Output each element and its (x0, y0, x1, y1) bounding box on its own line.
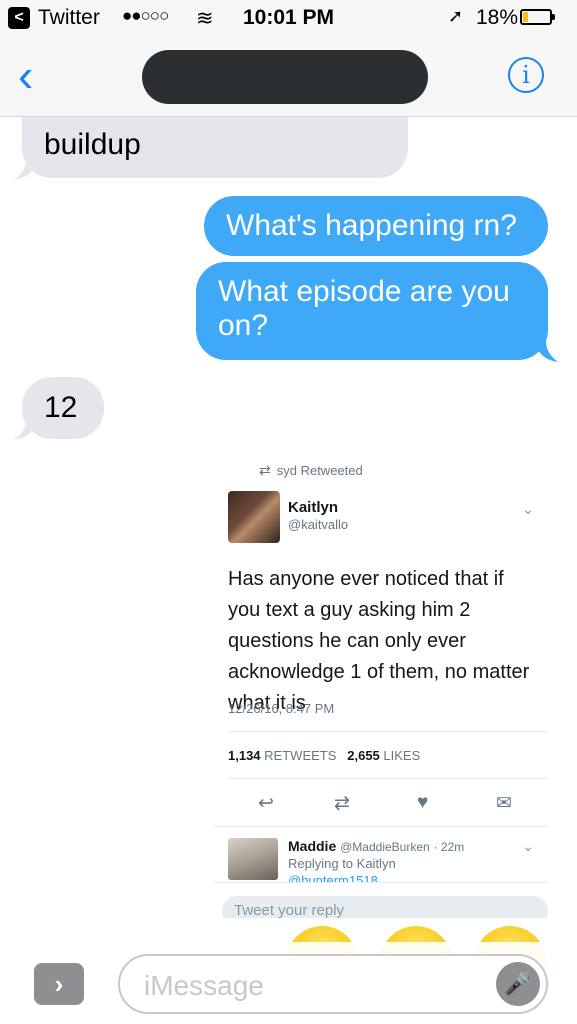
tweet-text: Has anyone ever noticed that if you text… (228, 568, 530, 714)
divider (214, 882, 548, 883)
bubble-tail (14, 418, 36, 440)
expand-apps-button[interactable]: › (34, 963, 84, 1005)
tweet-reply-field: Tweet your reply (222, 896, 548, 918)
reply-author: Maddie @MaddieBurken · 22m (288, 838, 464, 854)
microphone-icon[interactable]: 🎤 (496, 962, 540, 1006)
reply-tweet: Maddie @MaddieBurken · 22m Replying to K… (214, 826, 548, 886)
retweet-count: 1,134 (228, 748, 261, 763)
conversation-header: ‹ i (0, 38, 577, 117)
like-count: 2,655 (347, 748, 380, 763)
sent-message-bubble[interactable]: What's happening rn? (204, 196, 548, 256)
imessage-placeholder: iMessage (144, 970, 264, 1001)
imessage-input[interactable]: iMessage 🎤 (118, 954, 548, 1014)
chevron-down-icon: ⌄ (522, 838, 534, 854)
divider (228, 778, 548, 779)
info-icon[interactable]: i (508, 57, 544, 93)
replying-to: Replying to Kaitlyn (288, 856, 396, 871)
back-chevron-icon[interactable]: ‹ (18, 52, 33, 98)
chevron-down-icon: ⌄ (522, 501, 534, 517)
battery-icon (520, 9, 555, 25)
tweet-author-name: Kaitlyn (288, 499, 339, 516)
heart-icon: ♥ (417, 792, 429, 813)
retweeted-by: syd Retweeted (276, 463, 363, 478)
reply-mention: @hunterm1518 (288, 873, 378, 882)
tweet-actions: ↩ ⇄ ♥ ✉ (214, 792, 548, 822)
tweet-author-handle: @kaitvallo (288, 517, 349, 532)
sent-message-bubble[interactable]: What episode are you on? (196, 262, 548, 360)
reply-time: · 22m (433, 840, 465, 854)
divider (228, 731, 548, 732)
retweet-icon: ⇄ (259, 462, 271, 478)
bubble-tail (536, 340, 558, 362)
message-input-bar: › iMessage 🎤 (0, 942, 577, 1024)
like-count-label: LIKES (383, 748, 421, 763)
battery-fill (523, 12, 528, 22)
bubble-tail (14, 158, 36, 180)
retweet-count-label: RETWEETS (264, 748, 337, 763)
retweet-icon: ⇄ (334, 793, 350, 814)
tweet-timestamp: 12/26/16, 8:47 PM (228, 701, 335, 716)
reply-author-name: Maddie (288, 838, 337, 854)
location-arrow-icon: ➚ (448, 6, 464, 26)
reply-icon: ↩ (258, 793, 274, 814)
direct-message-icon: ✉ (496, 793, 512, 814)
reply-author-handle: @MaddieBurken (340, 840, 430, 854)
avatar (228, 491, 280, 543)
retweet-context: ⇄ syd Retweeted (259, 462, 363, 479)
avatar (228, 838, 278, 880)
status-bar: < Twitter ●●○○○ ≋ 10:01 PM ➚ 18% (0, 0, 577, 38)
battery-percentage: 18% (476, 6, 519, 29)
contact-name-redacted[interactable] (142, 50, 428, 104)
tweet-screenshot[interactable]: ⇄ syd Retweeted Kaitlyn @kaitvallo ⌄ Has … (214, 448, 548, 918)
tweet-stats: 1,134 RETWEETS 2,655 LIKES (228, 748, 420, 763)
